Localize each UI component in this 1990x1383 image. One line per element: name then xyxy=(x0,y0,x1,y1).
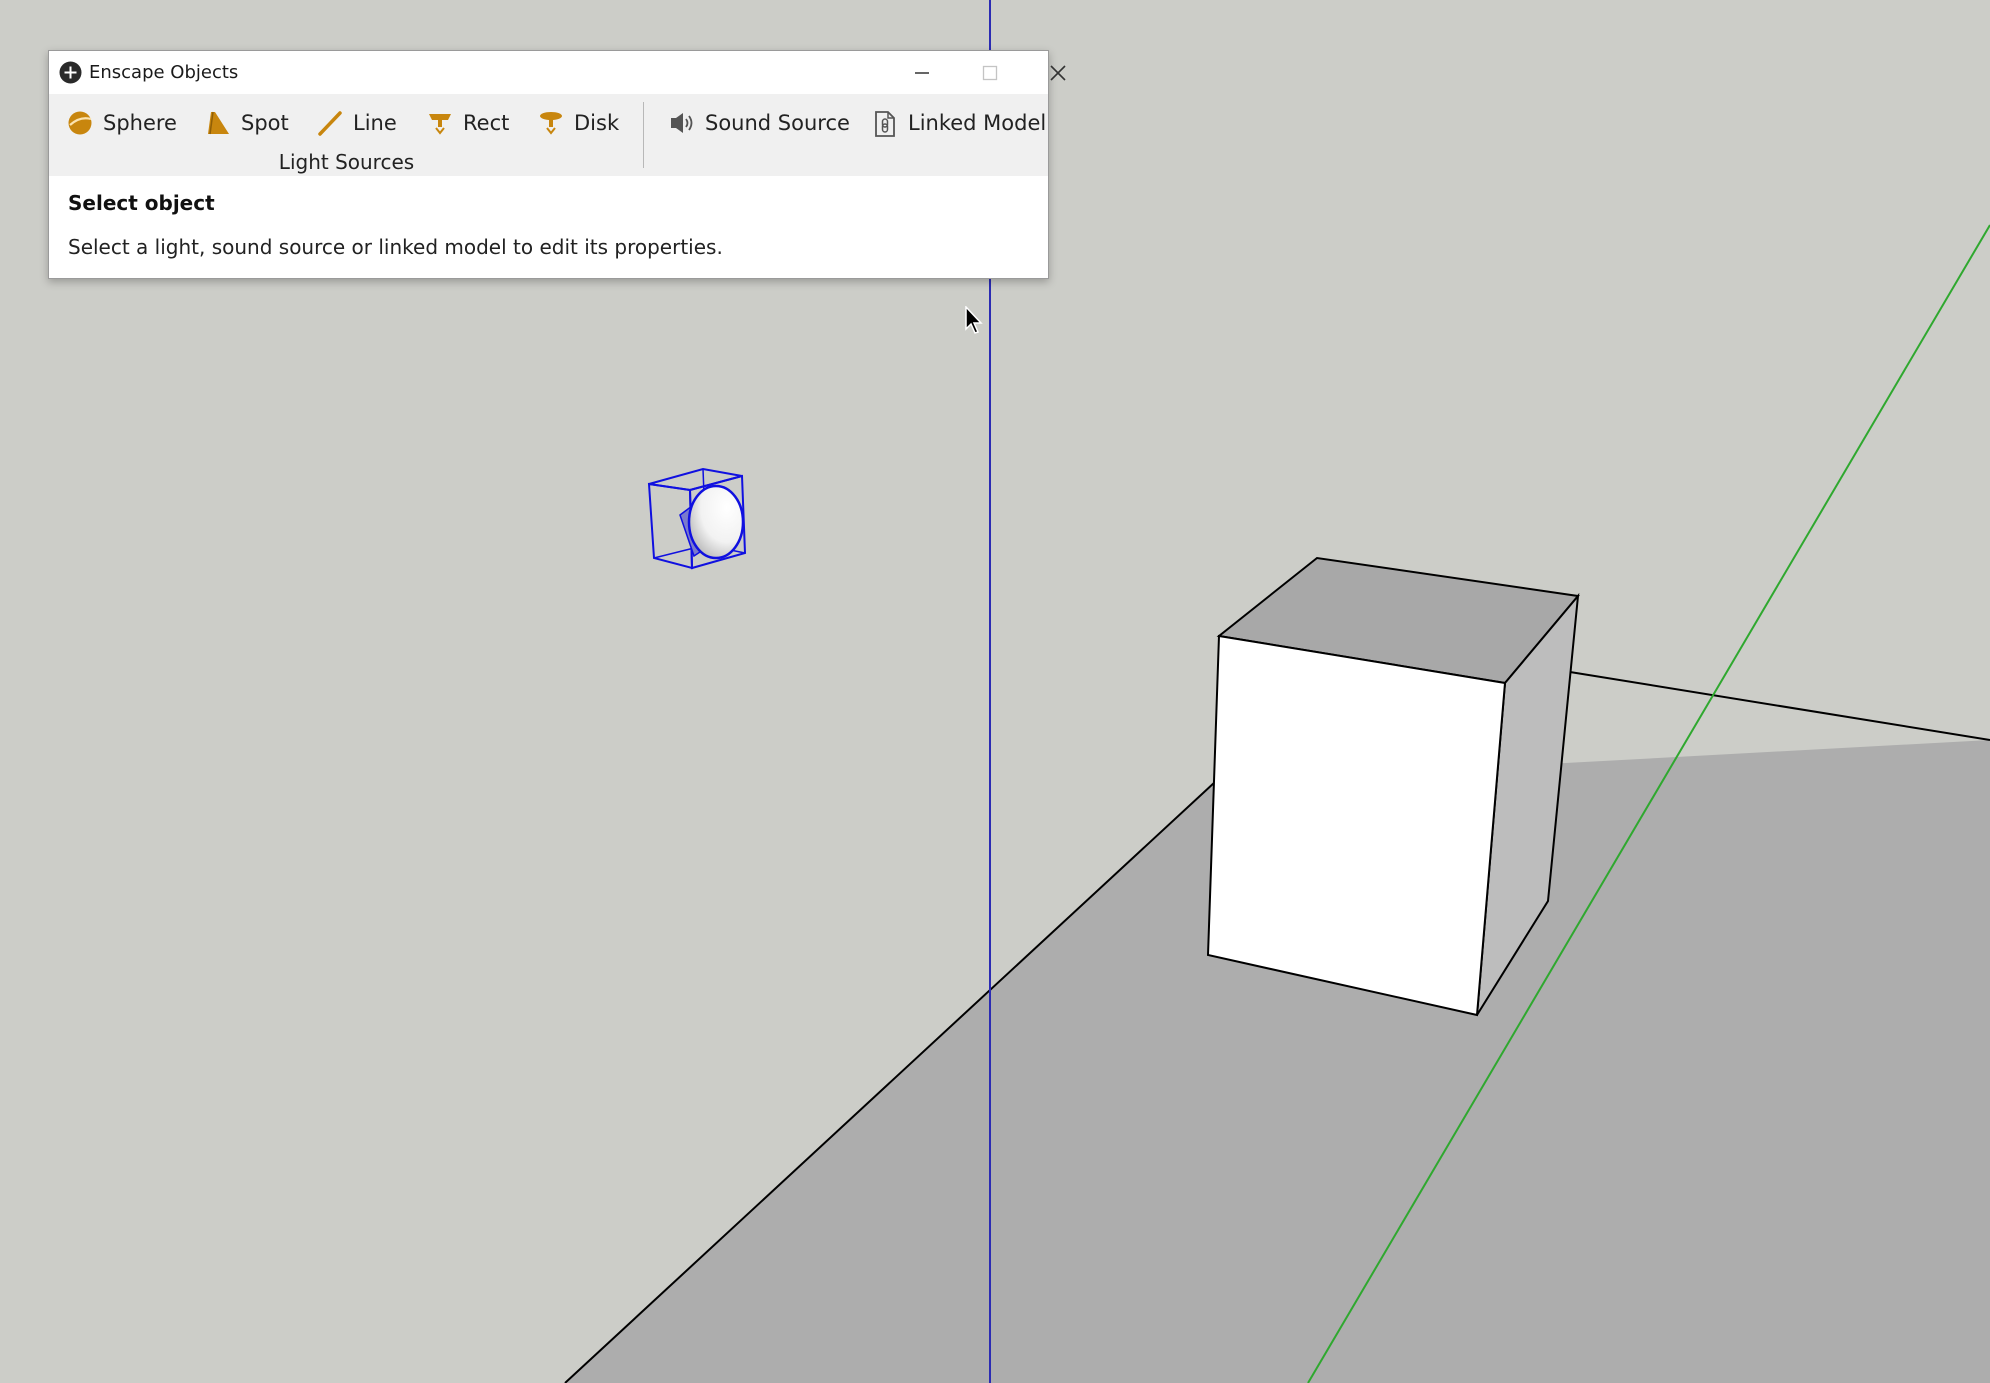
title-bar[interactable]: Enscape Objects xyxy=(49,51,1066,94)
window-title: Enscape Objects xyxy=(89,62,239,83)
sound-source-label: Sound Source xyxy=(705,111,850,135)
maximize-icon xyxy=(982,65,998,81)
maximize-button[interactable] xyxy=(959,51,1021,94)
objects-ribbon: Sphere Spot Line Rect Disk Light Sources… xyxy=(49,94,1048,176)
enscape-objects-window: Enscape Objects Sphere Spot Line Rect Di… xyxy=(48,50,1066,279)
linked-model-label: Linked Model xyxy=(908,111,1047,135)
panel-heading: Select object xyxy=(68,191,215,215)
line-light-icon xyxy=(318,111,342,136)
close-icon xyxy=(1050,65,1066,81)
rect-label: Rect xyxy=(463,111,510,135)
properties-panel: Select object Select a light, sound sour… xyxy=(49,176,1048,278)
spot-label: Spot xyxy=(241,111,289,135)
sphere-light-icon xyxy=(68,111,92,135)
disk-light-icon xyxy=(540,112,562,135)
linked-file-icon xyxy=(875,111,895,137)
ribbon-group-separator xyxy=(643,102,644,168)
panel-description: Select a light, sound source or linked m… xyxy=(68,235,723,259)
close-button[interactable] xyxy=(1027,51,1089,94)
enscape-plus-icon xyxy=(59,61,82,84)
sphere-label: Sphere xyxy=(103,111,177,135)
disk-label: Disk xyxy=(574,111,620,135)
spot-light-icon xyxy=(208,111,229,135)
speaker-icon xyxy=(671,113,693,133)
rect-light-icon xyxy=(429,114,451,135)
line-label: Line xyxy=(353,111,397,135)
minimize-icon xyxy=(915,72,929,74)
light-sources-group-label: Light Sources xyxy=(278,150,415,174)
light-sphere xyxy=(687,484,745,560)
box-front-face xyxy=(1206,634,1507,1017)
minimize-button[interactable] xyxy=(891,51,953,94)
mouse-cursor-icon xyxy=(965,306,983,334)
